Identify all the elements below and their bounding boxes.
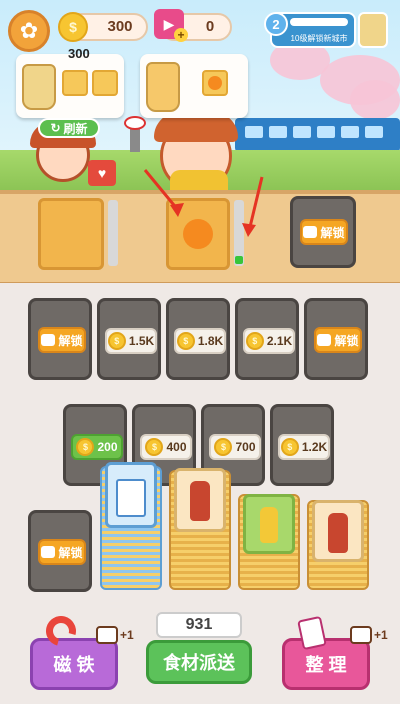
unlock-button[interactable]: 解锁	[300, 219, 348, 245]
buy-tile-button[interactable]: $700	[209, 434, 261, 460]
order-bubble-right	[140, 54, 248, 118]
level-unlock-text: 10级解锁新城市	[290, 34, 348, 43]
coin-icon: $	[145, 438, 164, 456]
gear-icon: ✿	[19, 18, 39, 43]
video-icon	[317, 334, 332, 346]
sauce-card[interactable]	[174, 468, 226, 532]
grid-tile[interactable]: 解锁	[28, 298, 92, 380]
buy-tile-button[interactable]: $1.5K	[105, 328, 157, 354]
green-drink-card-stack[interactable]	[238, 494, 300, 590]
milk-tea-cup-icon	[22, 64, 56, 110]
train	[235, 118, 400, 152]
sauce-card-stack[interactable]	[169, 468, 231, 590]
ticket-value: 0	[205, 18, 215, 35]
green-drink-card[interactable]	[243, 494, 295, 554]
sauce-bottle-icon	[328, 513, 348, 553]
cherry-blossom	[350, 80, 400, 120]
stop-sign	[124, 116, 146, 130]
deliver-button[interactable]: 食材派送	[146, 640, 252, 684]
sort-button[interactable]: 整 理	[282, 638, 370, 690]
coin-icon: $	[107, 332, 126, 350]
heart-sign: ♥	[88, 160, 116, 186]
coin-icon: $	[245, 332, 264, 350]
orange-drink-cup-icon	[146, 62, 180, 112]
order-price: 300	[68, 46, 90, 61]
grid-tile[interactable]: 解锁	[28, 510, 92, 592]
buy-tile-button[interactable]: $1.2K	[278, 434, 330, 460]
refresh-icon: ↻	[50, 121, 61, 135]
unlock-button[interactable]: 解锁	[38, 539, 86, 565]
level-progress-bar	[290, 18, 348, 26]
orange-ingredient-icon	[202, 70, 228, 96]
juice-bottle-icon	[260, 507, 278, 543]
magnet-button[interactable]: 磁 铁	[30, 638, 118, 690]
coin-icon: $	[76, 438, 95, 456]
coin-icon: $	[214, 438, 233, 456]
slot-gauge-empty	[108, 200, 118, 266]
grid-tile[interactable]: $1.5K	[97, 298, 161, 380]
refresh-button[interactable]: ↻ 刷新	[38, 118, 100, 138]
add-ticket-icon[interactable]: +	[174, 28, 188, 42]
milk-card[interactable]	[105, 462, 157, 528]
grid-tile[interactable]: $1.8K	[166, 298, 230, 380]
coin-value: 300	[107, 18, 133, 35]
video-ad-icon	[350, 626, 372, 644]
refresh-label: 刷新	[63, 121, 88, 136]
video-icon	[41, 546, 56, 558]
unlock-button[interactable]: 解锁	[38, 327, 86, 353]
sauce-ingredient-icon	[92, 70, 118, 96]
coin-icon: $	[280, 438, 299, 456]
buy-tile-button[interactable]: $400	[140, 434, 192, 460]
coin-icon: $	[176, 332, 195, 350]
sauce-bottle-icon	[190, 481, 210, 521]
flower-ingredient-icon	[62, 70, 88, 96]
deliver-count: 931	[156, 612, 242, 638]
milk-card-stack[interactable]	[100, 462, 162, 590]
video-icon	[303, 226, 318, 238]
tutorial-arrows	[143, 169, 264, 237]
empty-slot-card[interactable]	[38, 198, 104, 270]
grid-tile[interactable]: 解锁	[304, 298, 368, 380]
buy-tile-button[interactable]: $200	[71, 434, 123, 460]
magnet-bonus: +1	[120, 628, 134, 642]
sauce-card-stack-2[interactable]	[307, 500, 369, 590]
milk-carton-icon	[116, 479, 146, 517]
grid-tile[interactable]: $1.2K	[270, 404, 334, 486]
city-milk-tea-icon	[358, 12, 388, 48]
sort-bonus: +1	[374, 628, 388, 642]
locked-shelf-slot[interactable]: 解锁	[290, 196, 356, 268]
coin-icon: $	[58, 12, 88, 42]
buy-tile-button[interactable]: $2.1K	[243, 328, 295, 354]
order-bubble-left: 300	[16, 46, 124, 118]
buy-tile-button[interactable]: $1.8K	[174, 328, 226, 354]
unlock-button[interactable]: 解锁	[314, 327, 362, 353]
video-ad-icon	[96, 626, 118, 644]
video-icon	[41, 334, 56, 346]
sauce-card[interactable]	[312, 500, 364, 562]
settings-button[interactable]: ✿	[8, 10, 50, 52]
grid-tile[interactable]: $2.1K	[235, 298, 299, 380]
